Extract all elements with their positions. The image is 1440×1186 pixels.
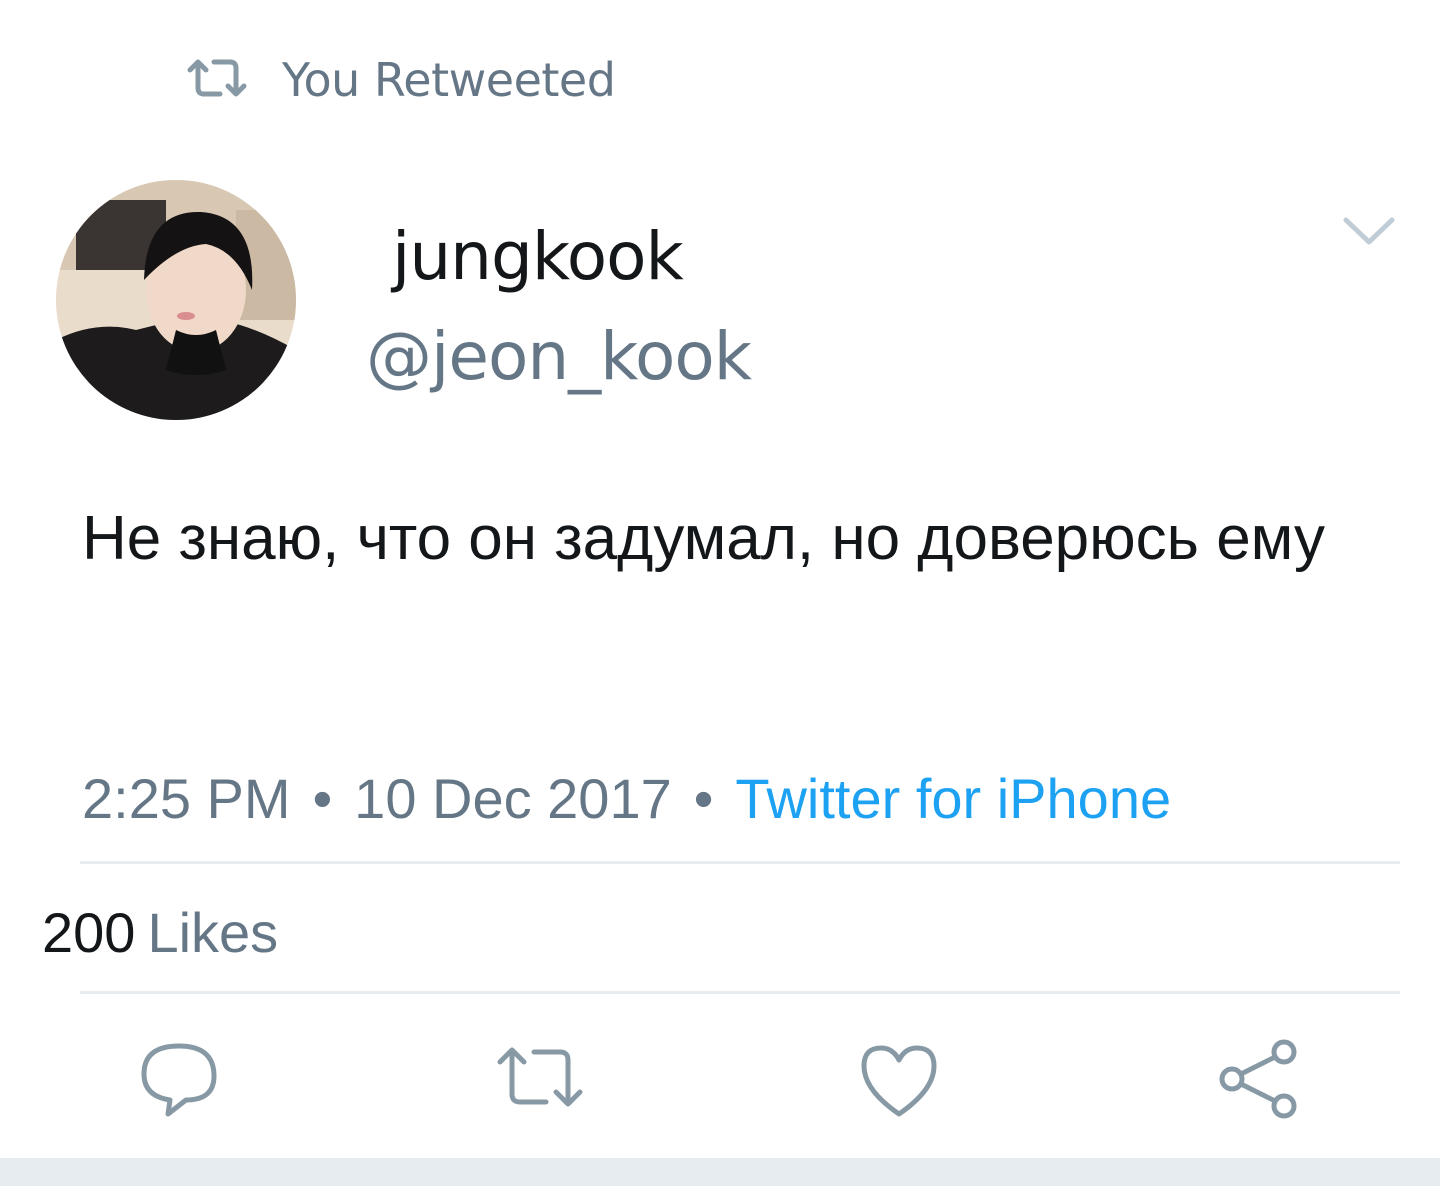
heart-icon [861, 1045, 937, 1117]
likes-count: 200 [42, 901, 136, 964]
likes-stat[interactable]: 200 Likes [42, 900, 278, 965]
share-button[interactable] [1214, 1034, 1304, 1124]
share-icon [1219, 1039, 1297, 1119]
meta-separator: • [312, 767, 333, 830]
tweet-date: 10 Dec 2017 [354, 767, 672, 830]
retweet-icon [186, 56, 248, 105]
retweet-icon [497, 1047, 583, 1107]
reply-button[interactable] [134, 1034, 224, 1124]
author-display-name[interactable]: jungkook [392, 218, 684, 295]
reply-icon [141, 1043, 217, 1117]
retweet-button[interactable] [494, 1034, 584, 1124]
divider [80, 861, 1400, 864]
tweet-time: 2:25 PM [82, 767, 291, 830]
chevron-down-icon[interactable] [1340, 212, 1398, 248]
likes-label: Likes [147, 901, 279, 964]
tweet-meta: 2:25 PM • 10 Dec 2017 • Twitter for iPhone [82, 766, 1171, 831]
tweet-text: Не знаю, что он задумал, но доверюсь ему [82, 504, 1325, 573]
author-handle[interactable]: @jeon_kook [366, 318, 752, 395]
tweet-source-link[interactable]: Twitter for iPhone [735, 767, 1171, 830]
retweet-label: You Retweeted [282, 53, 616, 107]
retweet-header: You Retweeted [186, 50, 616, 110]
meta-separator: • [693, 767, 714, 830]
avatar[interactable] [56, 180, 296, 420]
like-button[interactable] [854, 1034, 944, 1124]
bottom-divider [0, 1158, 1440, 1186]
divider [80, 991, 1400, 994]
